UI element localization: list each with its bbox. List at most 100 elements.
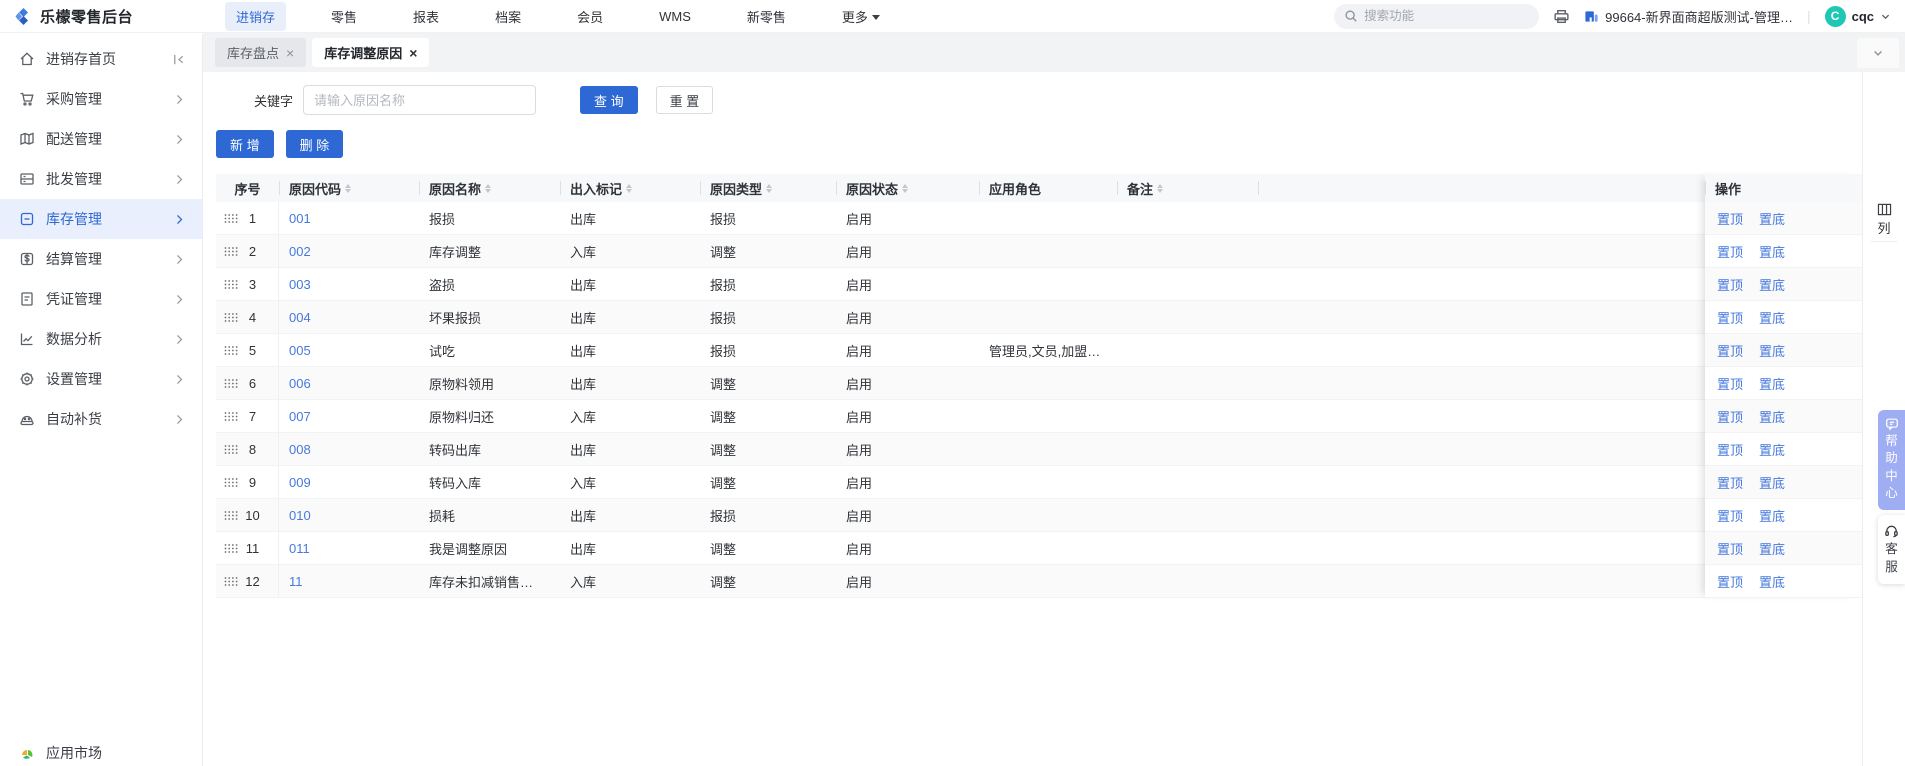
nav-item-7[interactable]: 更多 xyxy=(831,2,891,31)
pin-top-link[interactable]: 置顶 xyxy=(1717,506,1743,525)
drag-handle-icon[interactable] xyxy=(224,543,239,554)
pin-bottom-link[interactable]: 置底 xyxy=(1759,539,1785,558)
pin-bottom-link[interactable]: 置底 xyxy=(1759,209,1785,228)
drag-handle-icon[interactable] xyxy=(224,213,239,224)
reason-code-link[interactable]: 006 xyxy=(289,376,311,391)
tab-0[interactable]: 库存盘点 × xyxy=(215,38,307,67)
pin-bottom-link[interactable]: 置底 xyxy=(1759,308,1785,327)
sort-icon[interactable] xyxy=(626,183,633,193)
column-header-2[interactable]: 原因名称 xyxy=(419,174,560,202)
reason-code-link[interactable]: 011 xyxy=(289,541,310,556)
pin-top-link[interactable]: 置顶 xyxy=(1717,374,1743,393)
reason-code-link[interactable]: 005 xyxy=(289,343,311,358)
chevron-right-icon[interactable] xyxy=(173,93,186,106)
pin-bottom-link[interactable]: 置底 xyxy=(1759,440,1785,459)
add-button[interactable]: 新 增 xyxy=(216,130,274,158)
chevron-right-icon[interactable] xyxy=(173,173,186,186)
pin-top-link[interactable]: 置顶 xyxy=(1717,242,1743,261)
sidebar-item-1[interactable]: 采购管理 xyxy=(0,79,202,119)
pin-bottom-link[interactable]: 置底 xyxy=(1759,572,1785,591)
drag-handle-icon[interactable] xyxy=(224,312,239,323)
drag-handle-icon[interactable] xyxy=(224,477,239,488)
pin-bottom-link[interactable]: 置底 xyxy=(1759,473,1785,492)
reason-code-link[interactable]: 007 xyxy=(289,409,311,424)
pin-top-link[interactable]: 置顶 xyxy=(1717,539,1743,558)
chevron-right-icon[interactable] xyxy=(173,133,186,146)
reason-code-link[interactable]: 002 xyxy=(289,244,311,259)
nav-item-6[interactable]: 新零售 xyxy=(736,2,797,31)
pin-top-link[interactable]: 置顶 xyxy=(1717,572,1743,591)
reason-code-link[interactable]: 008 xyxy=(289,442,311,457)
reason-code-link[interactable]: 001 xyxy=(289,211,311,226)
sort-icon[interactable] xyxy=(766,183,773,193)
nav-item-1[interactable]: 零售 xyxy=(320,2,368,31)
nav-item-0[interactable]: 进销存 xyxy=(225,1,287,31)
sidebar-item-5[interactable]: 结算管理 xyxy=(0,239,202,279)
search-button[interactable]: 查 询 xyxy=(580,86,638,114)
collapse-sidebar-icon[interactable] xyxy=(171,52,186,67)
pin-bottom-link[interactable]: 置底 xyxy=(1759,374,1785,393)
function-search-input[interactable] xyxy=(1364,9,1515,23)
sidebar-item-3[interactable]: 批发管理 xyxy=(0,159,202,199)
pin-bottom-link[interactable]: 置底 xyxy=(1759,407,1785,426)
pin-top-link[interactable]: 置顶 xyxy=(1717,473,1743,492)
sort-icon[interactable] xyxy=(345,183,352,193)
sidebar-item-0[interactable]: 进销存首页 xyxy=(0,39,202,79)
sidebar-item-app-market[interactable]: 应用市场 xyxy=(0,733,202,766)
sort-icon[interactable] xyxy=(902,183,909,193)
user-menu[interactable]: C cqc xyxy=(1824,5,1891,27)
column-header-4[interactable]: 原因类型 xyxy=(700,174,836,202)
column-header-7[interactable]: 备注 xyxy=(1117,174,1258,202)
reason-code-link[interactable]: 009 xyxy=(289,475,311,490)
drag-handle-icon[interactable] xyxy=(224,411,239,422)
reason-code-link[interactable]: 010 xyxy=(289,508,311,523)
sidebar-item-4[interactable]: 库存管理 xyxy=(0,199,202,239)
close-icon[interactable]: × xyxy=(409,46,417,60)
reason-code-link[interactable]: 003 xyxy=(289,277,311,292)
drag-handle-icon[interactable] xyxy=(224,378,239,389)
reason-code-link[interactable]: 004 xyxy=(289,310,311,325)
pin-top-link[interactable]: 置顶 xyxy=(1717,275,1743,294)
drag-handle-icon[interactable] xyxy=(224,444,239,455)
drag-handle-icon[interactable] xyxy=(224,246,239,257)
pin-top-link[interactable]: 置顶 xyxy=(1717,308,1743,327)
nav-item-2[interactable]: 报表 xyxy=(402,2,450,31)
chevron-right-icon[interactable] xyxy=(173,293,186,306)
customer-service-widget[interactable]: 客服 xyxy=(1878,515,1905,584)
column-header-5[interactable]: 原因状态 xyxy=(836,174,979,202)
chevron-right-icon[interactable] xyxy=(173,333,186,346)
column-settings-button[interactable]: 列 xyxy=(1871,203,1897,242)
pin-top-link[interactable]: 置顶 xyxy=(1717,440,1743,459)
sidebar-item-8[interactable]: 设置管理 xyxy=(0,359,202,399)
sidebar-item-6[interactable]: 凭证管理 xyxy=(0,279,202,319)
chevron-right-icon[interactable] xyxy=(173,253,186,266)
sort-icon[interactable] xyxy=(1157,183,1164,193)
pin-top-link[interactable]: 置顶 xyxy=(1717,209,1743,228)
sidebar-item-7[interactable]: 数据分析 xyxy=(0,319,202,359)
sidebar-item-2[interactable]: 配送管理 xyxy=(0,119,202,159)
delete-button[interactable]: 删 除 xyxy=(285,130,344,158)
pin-top-link[interactable]: 置顶 xyxy=(1717,341,1743,360)
help-center-widget[interactable]: 帮助中心 xyxy=(1878,410,1905,510)
sidebar-item-9[interactable]: 自动补货 xyxy=(0,399,202,439)
chevron-right-icon[interactable] xyxy=(173,213,186,226)
drag-handle-icon[interactable] xyxy=(224,510,239,521)
pin-top-link[interactable]: 置顶 xyxy=(1717,407,1743,426)
nav-item-3[interactable]: 档案 xyxy=(484,2,532,31)
pin-bottom-link[interactable]: 置底 xyxy=(1759,242,1785,261)
pin-bottom-link[interactable]: 置底 xyxy=(1759,275,1785,294)
reset-button[interactable]: 重 置 xyxy=(655,86,714,114)
keyword-input[interactable] xyxy=(303,85,536,115)
drag-handle-icon[interactable] xyxy=(224,345,239,356)
function-search[interactable] xyxy=(1334,3,1540,29)
close-icon[interactable]: × xyxy=(286,46,294,60)
org-selector[interactable]: 99664-新界面商超版测试-管理… xyxy=(1584,7,1793,26)
column-header-3[interactable]: 出入标记 xyxy=(560,174,700,202)
column-header-1[interactable]: 原因代码 xyxy=(279,174,419,202)
drag-handle-icon[interactable] xyxy=(224,576,239,587)
reason-code-link[interactable]: 11 xyxy=(289,574,303,589)
chevron-right-icon[interactable] xyxy=(173,373,186,386)
sort-icon[interactable] xyxy=(485,183,492,193)
chevron-right-icon[interactable] xyxy=(173,413,186,426)
nav-item-5[interactable]: WMS xyxy=(648,4,702,29)
